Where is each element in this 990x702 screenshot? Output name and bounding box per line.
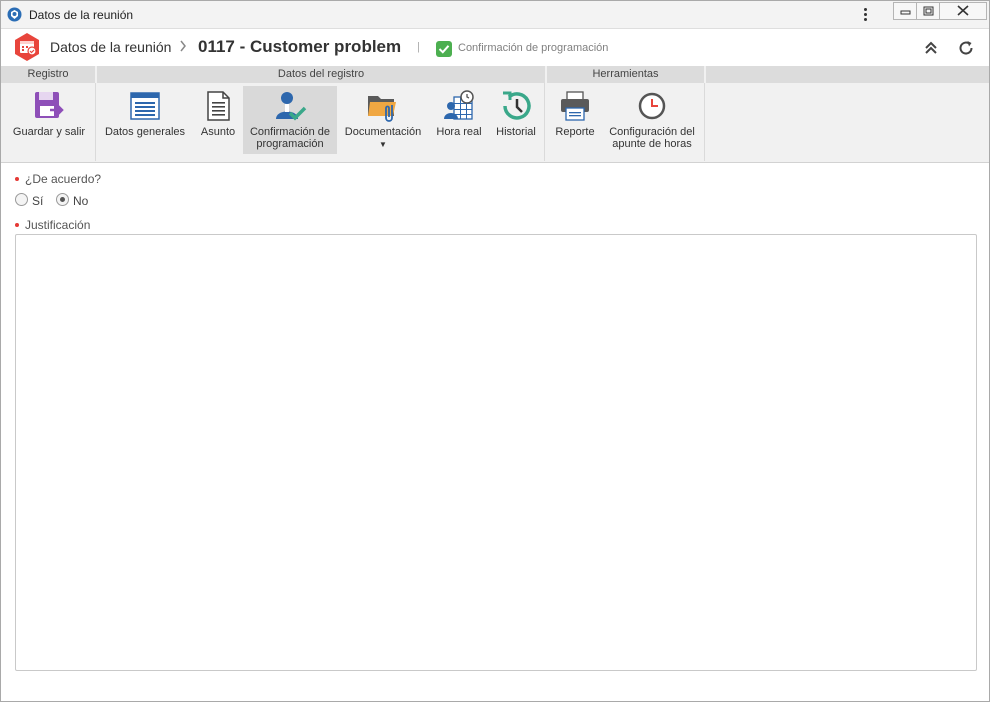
documentation-button[interactable]: Documentación ▼ bbox=[341, 86, 425, 154]
group-header-empty bbox=[706, 66, 989, 83]
radio-no-label[interactable]: No bbox=[73, 194, 88, 208]
user-schedule-icon bbox=[444, 90, 474, 120]
group-header-datos-del-registro: Datos del registro bbox=[97, 66, 545, 83]
group-header-herramientas: Herramientas bbox=[547, 66, 704, 83]
group-divider bbox=[704, 83, 705, 161]
title-bar: Datos de la reunión bbox=[1, 1, 989, 29]
folder-attachment-icon bbox=[368, 96, 396, 122]
documentation-label: Documentación bbox=[344, 126, 422, 138]
save-exit-icon bbox=[35, 92, 64, 118]
more-options-icon[interactable] bbox=[861, 7, 869, 23]
document-icon bbox=[207, 91, 230, 121]
record-title: 0117 - Customer problem bbox=[198, 37, 402, 56]
chevron-right-icon bbox=[180, 40, 186, 52]
radio-yes[interactable] bbox=[15, 193, 28, 206]
minimize-button[interactable] bbox=[893, 2, 918, 20]
subject-label: Asunto bbox=[200, 126, 236, 138]
report-button[interactable]: Reporte bbox=[549, 86, 601, 154]
schedule-confirmation-button[interactable]: Confirmación de programación bbox=[243, 86, 337, 154]
real-time-label: Hora real bbox=[436, 126, 482, 138]
record-header: Datos de la reunión 0117 - Customer prob… bbox=[1, 29, 989, 66]
close-icon bbox=[957, 5, 969, 16]
meeting-logo-icon bbox=[15, 33, 39, 61]
radio-no[interactable] bbox=[56, 193, 69, 206]
header-separator: | bbox=[417, 41, 420, 53]
time-entry-config-label: Configuración del apunte de horas bbox=[605, 126, 699, 150]
user-check-icon bbox=[276, 92, 307, 121]
subject-button[interactable]: Asunto bbox=[195, 86, 241, 154]
form-window-icon bbox=[130, 92, 160, 120]
schedule-confirmation-label: Confirmación de programación bbox=[243, 126, 337, 150]
group-divider bbox=[544, 83, 545, 161]
restore-button[interactable] bbox=[916, 2, 941, 20]
save-and-exit-button[interactable]: Guardar y salir bbox=[7, 86, 91, 154]
confirmation-form: ¿De acuerdo? Sí No Justificación bbox=[1, 163, 989, 701]
meeting-data-window: Datos de la reunión Datos de la reunión … bbox=[0, 0, 990, 702]
history-button[interactable]: Historial bbox=[491, 86, 541, 154]
time-entry-config-button[interactable]: Configuración del apunte de horas bbox=[605, 86, 699, 154]
app-icon bbox=[7, 7, 22, 22]
toolbar-ribbon: Registro Datos del registro Herramientas… bbox=[1, 66, 989, 163]
report-label: Reporte bbox=[555, 126, 595, 138]
radio-yes-label[interactable]: Sí bbox=[32, 194, 43, 208]
agree-label: ¿De acuerdo? bbox=[25, 172, 102, 186]
printer-icon bbox=[561, 91, 589, 121]
window-title: Datos de la reunión bbox=[29, 8, 134, 22]
status-label: Confirmación de programación bbox=[458, 42, 609, 54]
history-icon bbox=[503, 91, 531, 120]
close-button[interactable] bbox=[939, 2, 987, 20]
status-check-icon bbox=[436, 41, 452, 57]
time-entry-config-label-line2: apunte de horas bbox=[612, 138, 692, 150]
general-data-button[interactable]: Datos generales bbox=[101, 86, 189, 154]
group-header-registro: Registro bbox=[1, 66, 95, 83]
time-entry-config-label-line1: Configuración del bbox=[609, 126, 695, 138]
justification-textarea[interactable] bbox=[15, 234, 977, 671]
dropdown-caret-icon[interactable]: ▼ bbox=[341, 140, 425, 149]
required-indicator bbox=[15, 177, 19, 181]
restore-icon bbox=[923, 6, 934, 16]
history-label: Historial bbox=[496, 126, 536, 138]
required-indicator bbox=[15, 223, 19, 227]
collapse-up-icon[interactable] bbox=[922, 39, 940, 57]
schedule-confirmation-label-line2: programación bbox=[256, 138, 324, 150]
save-and-exit-label: Guardar y salir bbox=[12, 126, 86, 138]
schedule-confirmation-label-line1: Confirmación de bbox=[249, 126, 331, 138]
general-data-label: Datos generales bbox=[104, 126, 186, 138]
real-time-button[interactable]: Hora real bbox=[431, 86, 487, 154]
justification-label: Justificación bbox=[25, 218, 91, 232]
refresh-icon[interactable] bbox=[957, 39, 975, 57]
minimize-icon bbox=[900, 10, 911, 15]
breadcrumb-parent[interactable]: Datos de la reunión bbox=[50, 39, 171, 55]
clock-icon bbox=[638, 92, 666, 120]
group-divider bbox=[95, 83, 96, 161]
